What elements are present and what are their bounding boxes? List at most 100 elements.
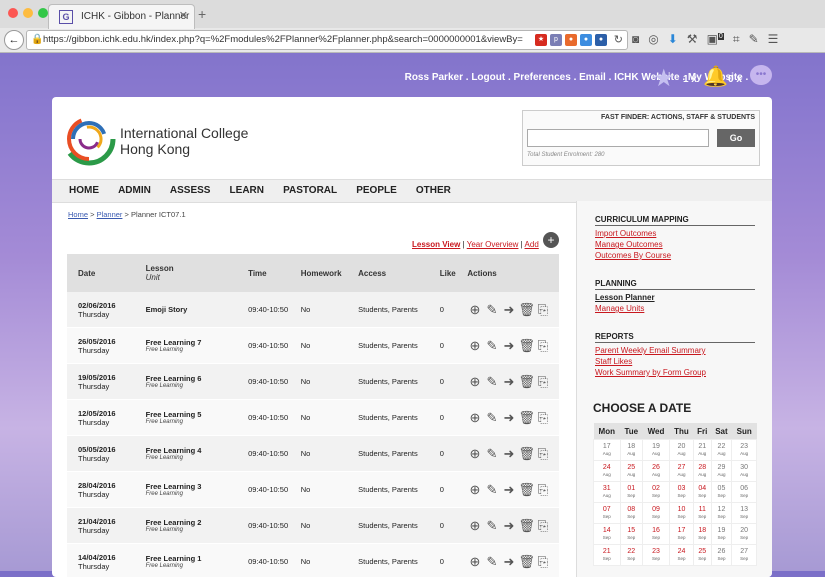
pen-icon[interactable]: ✎ [749, 32, 759, 47]
edit-pencil-icon[interactable]: ✎ [484, 410, 499, 425]
view-zoom-icon[interactable]: ⊕ [467, 338, 482, 353]
calendar-date-cell[interactable]: 01Sep [620, 482, 643, 503]
edit-pencil-icon[interactable]: ✎ [484, 302, 499, 317]
edit-pencil-icon[interactable]: ✎ [484, 482, 499, 497]
calendar-date-cell[interactable]: 17Aug [594, 440, 621, 461]
view-zoom-icon[interactable]: ⊕ [467, 482, 482, 497]
duplicate-copy-icon[interactable]: ⎘ [535, 410, 550, 425]
calendar-date-cell[interactable]: 16Sep [643, 524, 670, 545]
calendar-date-cell[interactable]: 06Sep [732, 482, 757, 503]
go-button[interactable]: Go [717, 129, 755, 147]
duplicate-copy-icon[interactable]: ⎘ [535, 374, 550, 389]
extension-icon[interactable]: ● [595, 34, 607, 46]
new-tab-icon[interactable]: + [198, 6, 206, 22]
calendar-date-cell[interactable]: 03Sep [669, 482, 693, 503]
duplicate-copy-icon[interactable]: ⎘ [535, 338, 550, 353]
next-arrow-icon[interactable]: ➜ [501, 374, 516, 389]
next-arrow-icon[interactable]: ➜ [501, 338, 516, 353]
edit-pencil-icon[interactable]: ✎ [484, 338, 499, 353]
breadcrumb-planner[interactable]: Planner [97, 210, 123, 219]
school-logo[interactable] [62, 112, 116, 166]
calendar-date-cell[interactable]: 14Sep [594, 524, 621, 545]
calendar-date-cell[interactable]: 10Sep [669, 503, 693, 524]
calendar-date-cell[interactable]: 18Sep [693, 524, 711, 545]
manage-units-link[interactable]: Manage Units [595, 304, 644, 313]
likes-star-icon[interactable]: ★ [653, 64, 675, 93]
chat-bubble-icon[interactable]: ••• [750, 65, 772, 85]
delete-trash-icon[interactable]: 🗑 [518, 482, 533, 497]
calendar-date-cell[interactable]: 24Aug [594, 461, 621, 482]
parent-weekly-email-summary-link[interactable]: Parent Weekly Email Summary [595, 346, 706, 355]
preferences-link[interactable]: Preferences [514, 72, 571, 83]
delete-trash-icon[interactable]: 🗑 [518, 302, 533, 317]
table-row[interactable]: 14/04/2016ThursdayFree Learning 1Free Le… [67, 544, 559, 577]
calendar-date-cell[interactable]: 18Aug [620, 440, 643, 461]
view-zoom-icon[interactable]: ⊕ [467, 554, 482, 569]
calendar-date-cell[interactable]: 30Aug [732, 461, 757, 482]
delete-trash-icon[interactable]: 🗑 [518, 374, 533, 389]
calendar-date-cell[interactable]: 20Aug [669, 440, 693, 461]
work-summary-link[interactable]: Work Summary by Form Group [595, 368, 706, 377]
flag-icon[interactable]: ★ [535, 34, 547, 46]
close-window-button[interactable] [8, 8, 18, 18]
calendar-date-cell[interactable]: 11Sep [693, 503, 711, 524]
table-row[interactable]: 05/05/2016ThursdayFree Learning 4Free Le… [67, 436, 559, 472]
calendar-date-cell[interactable]: 28Aug [693, 461, 711, 482]
extension-badge-icon[interactable]: ▣0 [707, 32, 724, 47]
calendar-date-cell[interactable]: 19Aug [643, 440, 670, 461]
notifications-bell-icon[interactable]: 🔔 [703, 64, 728, 89]
calendar-date-cell[interactable]: 21Sep [594, 545, 621, 566]
next-arrow-icon[interactable]: ➜ [501, 410, 516, 425]
view-zoom-icon[interactable]: ⊕ [467, 410, 482, 425]
next-arrow-icon[interactable]: ➜ [501, 518, 516, 533]
next-arrow-icon[interactable]: ➜ [501, 554, 516, 569]
calendar-date-cell[interactable]: 05Sep [711, 482, 732, 503]
delete-trash-icon[interactable]: 🗑 [518, 446, 533, 461]
delete-trash-icon[interactable]: 🗑 [518, 518, 533, 533]
calendar-date-cell[interactable]: 02Sep [643, 482, 670, 503]
calendar-date-cell[interactable]: 20Sep [732, 524, 757, 545]
calendar-date-cell[interactable]: 23Aug [732, 440, 757, 461]
delete-trash-icon[interactable]: 🗑 [518, 554, 533, 569]
add-plus-icon[interactable]: + [543, 232, 559, 248]
calendar-date-cell[interactable]: 13Sep [732, 503, 757, 524]
menu-item-learn[interactable]: LEARN [230, 180, 264, 202]
add-link[interactable]: Add [525, 240, 539, 249]
view-zoom-icon[interactable]: ⊕ [467, 518, 482, 533]
edit-pencil-icon[interactable]: ✎ [484, 446, 499, 461]
edit-pencil-icon[interactable]: ✎ [484, 518, 499, 533]
opera-icon[interactable]: ◎ [648, 32, 658, 47]
duplicate-copy-icon[interactable]: ⎘ [535, 482, 550, 497]
delete-trash-icon[interactable]: 🗑 [518, 338, 533, 353]
duplicate-copy-icon[interactable]: ⎘ [535, 554, 550, 569]
next-arrow-icon[interactable]: ➜ [501, 482, 516, 497]
edit-pencil-icon[interactable]: ✎ [484, 374, 499, 389]
reload-icon[interactable]: ↻ [614, 33, 623, 46]
menu-item-pastoral[interactable]: PASTORAL [283, 180, 337, 202]
view-zoom-icon[interactable]: ⊕ [467, 446, 482, 461]
calendar-date-cell[interactable]: 27Aug [669, 461, 693, 482]
calendar-date-cell[interactable]: 08Sep [620, 503, 643, 524]
view-zoom-icon[interactable]: ⊕ [467, 302, 482, 317]
calendar-date-cell[interactable]: 23Sep [643, 545, 670, 566]
browser-tab[interactable]: G ICHK - Gibbon - Planner ✕ [48, 4, 195, 29]
calendar-date-cell[interactable]: 07Sep [594, 503, 621, 524]
calendar-date-cell[interactable]: 26Aug [643, 461, 670, 482]
table-row[interactable]: 26/05/2016ThursdayFree Learning 7Free Le… [67, 328, 559, 364]
next-arrow-icon[interactable]: ➜ [501, 446, 516, 461]
staff-likes-link[interactable]: Staff Likes [595, 357, 632, 366]
menu-item-other[interactable]: OTHER [416, 180, 451, 202]
menu-item-admin[interactable]: ADMIN [118, 180, 151, 202]
calendar-date-cell[interactable]: 12Sep [711, 503, 732, 524]
extension-icon[interactable]: ● [580, 34, 592, 46]
table-row[interactable]: 28/04/2016ThursdayFree Learning 3Free Le… [67, 472, 559, 508]
url-text[interactable]: https://gibbon.ichk.edu.hk/index.php?q=%… [43, 34, 523, 45]
calendar-date-cell[interactable]: 19Sep [711, 524, 732, 545]
close-tab-icon[interactable]: ✕ [179, 9, 188, 22]
wrench-icon[interactable]: ⚒ [687, 32, 698, 47]
import-outcomes-link[interactable]: Import Outcomes [595, 229, 656, 238]
duplicate-copy-icon[interactable]: ⎘ [535, 302, 550, 317]
calendar-date-cell[interactable]: 21Aug [693, 440, 711, 461]
table-row[interactable]: 12/05/2016ThursdayFree Learning 5Free Le… [67, 400, 559, 436]
calendar-date-cell[interactable]: 17Sep [669, 524, 693, 545]
